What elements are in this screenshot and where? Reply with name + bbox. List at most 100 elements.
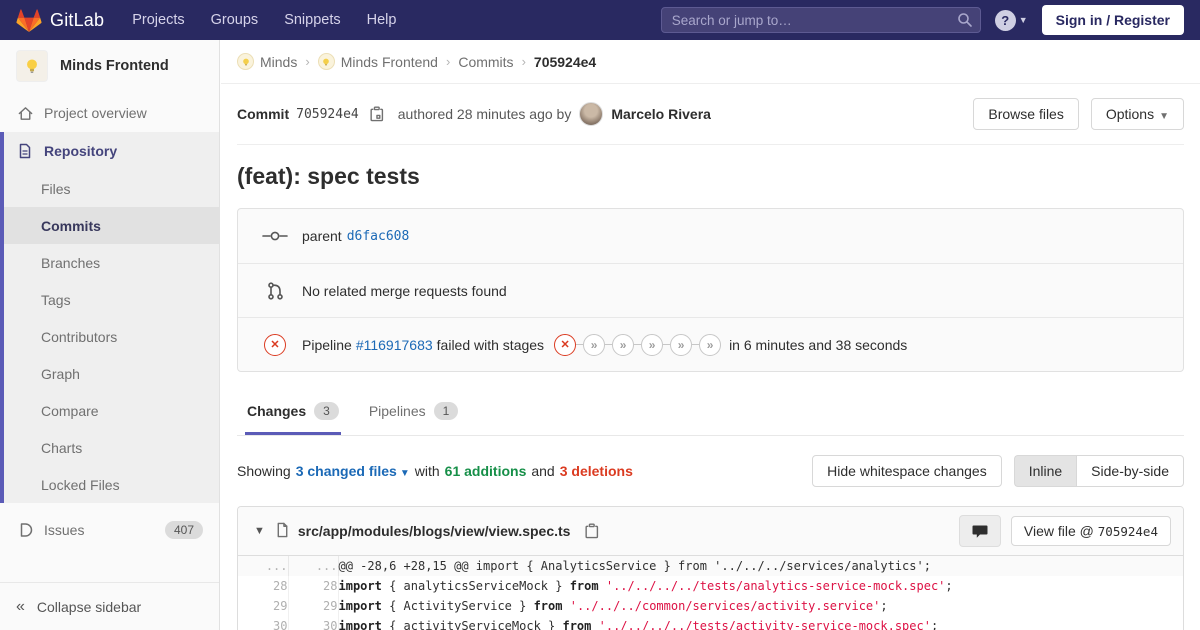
sidebar-item-charts[interactable]: Charts (4, 429, 219, 466)
diff-file-path[interactable]: src/app/modules/blogs/view/view.spec.ts (298, 523, 571, 539)
sidebar-item-commits[interactable]: Commits (4, 207, 219, 244)
stage-skipped-icon[interactable]: » (699, 333, 722, 356)
sidebar-item-tags[interactable]: Tags (4, 281, 219, 318)
sign-in-button[interactable]: Sign in / Register (1041, 5, 1184, 35)
top-navbar: GitLab Projects Groups Snippets Help ? ▼ Si… (0, 0, 1200, 40)
author-avatar[interactable] (579, 102, 604, 126)
diff-row-hunk: ...... @@ -28,6 +28,15 @@ import { Analyt… (238, 556, 1183, 576)
old-line-number[interactable]: ... (238, 556, 289, 576)
parent-sha-link[interactable]: d6fac608 (347, 229, 410, 244)
breadcrumb-link-commits[interactable]: Commits (458, 54, 513, 70)
gitlab-logo[interactable]: GitLab (16, 8, 104, 33)
copy-file-path-button[interactable] (574, 523, 599, 539)
collapse-sidebar-button[interactable]: « Collapse sidebar (0, 582, 219, 630)
stage-failed-icon[interactable]: ✕ (554, 333, 577, 356)
tab-changes[interactable]: Changes 3 (245, 388, 341, 435)
sidebar-item-project-overview[interactable]: Project overview (0, 94, 219, 132)
tab-count-badge: 3 (314, 402, 339, 420)
showing-label: Showing (237, 463, 291, 479)
stage-skipped-icon[interactable]: » (670, 333, 693, 356)
collapse-icon: « (16, 597, 25, 615)
with-label: with (414, 463, 440, 479)
minds-avatar-icon (317, 53, 335, 70)
commit-header: Commit 705924e4 authored 28 minutes ago … (237, 84, 1184, 145)
pipeline-duration: in 6 minutes and 38 seconds (729, 336, 908, 353)
breadcrumb-link-minds[interactable]: Minds (260, 54, 297, 70)
diff-code-line: @@ -28,6 +28,15 @@ import { AnalyticsSer… (338, 556, 1183, 576)
sidebar-item-compare[interactable]: Compare (4, 392, 219, 429)
tab-pipelines[interactable]: Pipelines 1 (367, 388, 461, 435)
view-file-button[interactable]: View file @ 705924e4 (1010, 516, 1171, 546)
code-token: { activityServiceMock } (381, 619, 563, 630)
old-line-number[interactable]: 29 (238, 596, 289, 616)
options-label: Options (1105, 106, 1155, 122)
collapse-diff-caret-icon[interactable]: ▼ (254, 525, 265, 537)
breadcrumb-separator: › (445, 54, 451, 69)
search-box[interactable] (660, 7, 981, 33)
diff-file-header: ▼ src/app/modules/blogs/view/view.spec.t… (238, 507, 1183, 556)
copy-icon (585, 523, 599, 539)
code-token: '../../../common/services/activity.servi… (569, 599, 881, 613)
repository-section: Repository Files Commits Branches Tags Contr… (0, 132, 219, 503)
help-icon: ? (994, 9, 1016, 31)
diff-code-line: import { activityServiceMock } from '../… (338, 616, 1183, 630)
diff-table: ...... @@ -28,6 +28,15 @@ import { Analyt… (238, 556, 1183, 630)
hide-whitespace-button[interactable]: Hide whitespace changes (812, 455, 1002, 487)
commit-tabs: Changes 3 Pipelines 1 (237, 388, 1184, 436)
sidebar-item-issues[interactable]: Issues 407 (0, 511, 219, 549)
nav-link-groups[interactable]: Groups (211, 12, 259, 28)
search-input[interactable] (660, 7, 981, 33)
toggle-comments-button[interactable] (958, 515, 1001, 547)
file-icon (275, 522, 290, 541)
code-token: @@ -28,6 +28,15 @@ import { AnalyticsSer… (338, 559, 931, 573)
author-name[interactable]: Marcelo Rivera (611, 106, 711, 122)
help-menu[interactable]: ? ▼ (994, 9, 1028, 31)
tanuki-icon (16, 8, 42, 32)
new-line-number[interactable]: ... (288, 556, 339, 576)
code-token: ; (945, 579, 953, 593)
new-line-number[interactable]: 28 (288, 576, 339, 596)
stage-skipped-icon[interactable]: » (641, 333, 664, 356)
side-by-side-view-button[interactable]: Side-by-side (1076, 455, 1184, 487)
nav-link-projects[interactable]: Projects (132, 12, 184, 28)
sidebar-item-locked-files[interactable]: Locked Files (4, 466, 219, 503)
sidebar-item-files[interactable]: Files (4, 170, 219, 207)
code-token: import (338, 619, 382, 630)
sidebar-item-graph[interactable]: Graph (4, 355, 219, 392)
stage-skipped-icon[interactable]: » (583, 333, 606, 356)
tab-label: Pipelines (368, 403, 426, 419)
copy-commit-sha-button[interactable] (359, 106, 384, 122)
options-dropdown-button[interactable]: Options ▼ (1090, 98, 1184, 130)
breadcrumb-current: 705924e4 (533, 53, 597, 70)
inline-view-button[interactable]: Inline (1013, 455, 1077, 487)
home-icon (16, 105, 34, 122)
changed-files-dropdown[interactable]: 3 changed files ▼ (296, 463, 410, 479)
new-line-number[interactable]: 29 (288, 596, 339, 616)
code-token: from (562, 619, 592, 630)
diff-row-ctx: 28 28 import { analyticsServiceMock } from… (238, 576, 1183, 596)
sidebar-item-contributors[interactable]: Contributors (4, 318, 219, 355)
deletions-count: 3 deletions (559, 463, 633, 479)
nav-link-snippets[interactable]: Snippets (284, 12, 340, 28)
browse-files-button[interactable]: Browse files (973, 98, 1079, 130)
stage-skipped-icon[interactable]: » (612, 333, 635, 356)
old-line-number[interactable]: 30 (238, 616, 289, 630)
nav-link-help[interactable]: Help (367, 12, 397, 28)
project-name: Minds Frontend (60, 58, 169, 74)
code-token: ; (930, 619, 939, 630)
pipeline-id-link[interactable]: #116917683 (356, 337, 433, 353)
commit-sha: 705924e4 (296, 106, 359, 122)
breadcrumb-item: Minds Frontend (317, 53, 438, 70)
sidebar-item-branches[interactable]: Branches (4, 244, 219, 281)
stage-connector (634, 344, 642, 345)
new-line-number[interactable]: 30 (288, 616, 339, 630)
project-context[interactable]: Minds Frontend (0, 40, 219, 94)
sidebar-item-repository[interactable]: Repository (4, 132, 219, 170)
commit-title: (feat): spec tests (237, 163, 420, 189)
additions-count: 61 additions (444, 463, 527, 479)
navbar-left: GitLab Projects Groups Snippets Help (16, 8, 396, 33)
breadcrumb-link-minds-frontend[interactable]: Minds Frontend (341, 54, 438, 70)
search-icon[interactable] (957, 12, 973, 28)
old-line-number[interactable]: 28 (238, 576, 289, 596)
parent-row: parent d6fac608 (238, 209, 1183, 263)
